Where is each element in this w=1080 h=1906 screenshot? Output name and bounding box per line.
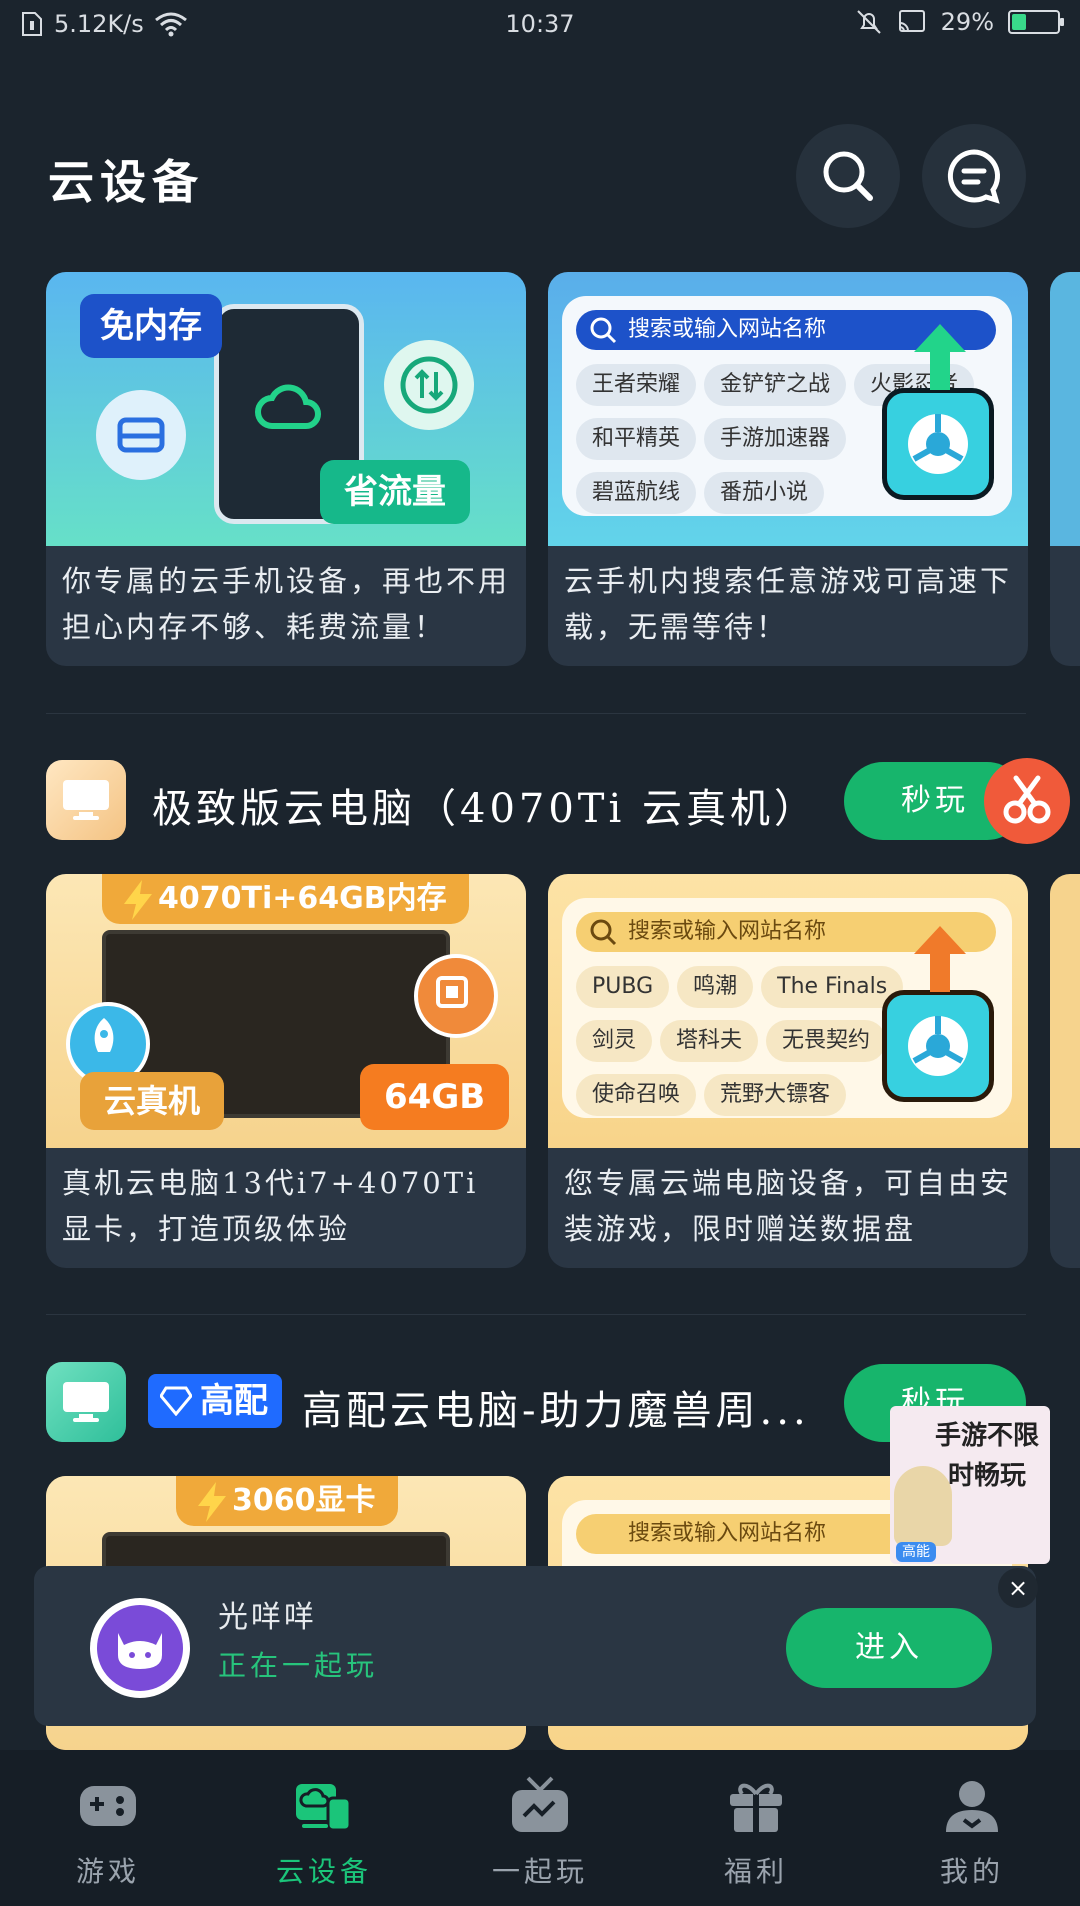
chip: 使命召唤 <box>576 1074 697 1116</box>
close-icon[interactable]: × <box>998 1568 1038 1608</box>
promo-card-peek[interactable] <box>1050 874 1080 1268</box>
search-icon <box>590 919 617 946</box>
pc-icon <box>46 760 126 840</box>
promo-card-cloud-phone[interactable]: 免内存 省流量 你专属的云手机设备，再也不用担心内存不够、耗费流量！ <box>46 272 526 666</box>
cloud-logo-icon <box>255 384 321 429</box>
status-bar: 5.12K/s 10:37 29% <box>0 0 1080 56</box>
tab-cloud-device[interactable]: 云设备 <box>216 1750 432 1906</box>
chip: 无畏契约 <box>766 1020 887 1062</box>
chip: The Finals <box>761 966 904 1008</box>
tab-label: 我的 <box>939 1855 1004 1888</box>
tab-mine[interactable]: 我的 <box>864 1750 1080 1906</box>
pc-icon <box>46 1362 126 1442</box>
enter-button[interactable]: 进入 <box>786 1608 992 1688</box>
now-playing-bar[interactable]: 光咩咩 正在一起玩 进入 × <box>34 1566 1038 1726</box>
browser-app-icon <box>882 388 994 500</box>
tab-benefits[interactable]: 福利 <box>648 1750 864 1906</box>
arrow-up-icon <box>914 324 966 390</box>
tab-label: 一起玩 <box>491 1855 588 1888</box>
promo-image <box>1050 272 1080 546</box>
user-icon <box>946 1781 998 1832</box>
high-spec-badge-label: 高配 <box>200 1381 268 1421</box>
promo-card-pc-search[interactable]: 搜索或输入网站名称 PUBG 鸣潮 The Finals 剑灵 塔科夫 无畏契约 使命召… <box>548 874 1028 1268</box>
avatar <box>90 1598 190 1698</box>
cast-icon <box>898 10 925 32</box>
promo-description: 真机云电脑13代i7+4070Ti显卡，打造顶级体验 <box>62 1166 479 1246</box>
section-header-ultimate: 极致版云电脑（4070Ti 云真机） 秒玩 <box>46 760 1046 840</box>
promo-description: 云手机内搜索任意游戏可高速下载，无需等待！ <box>564 564 1013 644</box>
browser-app-icon <box>882 990 994 1102</box>
cloud-device-icon <box>296 1784 352 1832</box>
lightning-icon <box>198 1482 226 1522</box>
transfer-icon <box>384 340 474 430</box>
section-title: 极致版云电脑（4070Ti 云真机） <box>152 786 818 832</box>
floating-ad-sub: 高能 <box>896 1542 936 1562</box>
tab-games[interactable]: 游戏 <box>0 1750 216 1906</box>
cat-face-icon <box>118 1633 162 1669</box>
divider <box>46 713 1026 714</box>
chip: 塔科夫 <box>660 1020 759 1062</box>
lightning-icon <box>124 880 152 920</box>
chip: 手游加速器 <box>704 418 847 460</box>
chip: 碧蓝航线 <box>576 472 697 514</box>
promo-card-search[interactable]: 搜索或输入网站名称 王者荣耀 金铲铲之战 火影忍者 和平精英 手游加速器 碧蓝航线 番茄… <box>548 272 1028 666</box>
message-icon <box>947 149 1000 204</box>
search-icon <box>823 151 873 201</box>
chip: 王者荣耀 <box>576 364 697 406</box>
chip: 剑灵 <box>576 1020 653 1062</box>
tv-icon <box>512 1776 568 1832</box>
spec-banner: 4070Ti+64GB内存 <box>102 874 469 924</box>
promo-image <box>1050 874 1080 1148</box>
battery-percent: 29% <box>940 8 994 36</box>
ultimate-cards-row: 4070Ti+64GB内存 云真机 64GB 真机云电脑13代i7+4070Ti… <box>46 874 1080 1268</box>
promo-card-peek[interactable] <box>1050 272 1080 666</box>
now-playing-name: 光咩咩 <box>218 1600 317 1635</box>
search-button[interactable] <box>796 124 900 228</box>
tab-label: 游戏 <box>75 1855 140 1888</box>
memory-chip-icon <box>414 954 498 1038</box>
mute-bell-icon <box>856 10 881 34</box>
high-spec-badge: 高配 <box>148 1374 282 1428</box>
promo-description: 你专属的云手机设备，再也不用担心内存不够、耗费流量！ <box>62 564 511 644</box>
page-title: 云设备 <box>48 155 204 209</box>
gamepad-icon <box>80 1786 136 1826</box>
tag-no-storage: 免内存 <box>80 294 222 358</box>
chip: 和平精英 <box>576 418 697 460</box>
top-cards-row: 免内存 省流量 你专属的云手机设备，再也不用担心内存不够、耗费流量！ 搜索或输入… <box>46 272 1080 666</box>
tag-64gb: 64GB <box>360 1064 510 1130</box>
character-icon <box>894 1466 952 1546</box>
bottom-tab-bar: 游戏 云设备 一起玩 福利 我的 <box>0 1750 1080 1906</box>
promo-card-4070ti[interactable]: 4070Ti+64GB内存 云真机 64GB 真机云电脑13代i7+4070Ti… <box>46 874 526 1268</box>
tag-save-data: 省流量 <box>320 460 470 524</box>
promo-image: 4070Ti+64GB内存 云真机 64GB <box>46 874 526 1148</box>
floating-ad[interactable]: 手游不限时畅玩 高能 <box>890 1406 1050 1564</box>
search-icon <box>590 317 617 344</box>
scissors-floating-button[interactable] <box>984 758 1070 844</box>
tab-label: 福利 <box>723 1855 788 1888</box>
chip: 金铲铲之战 <box>704 364 847 406</box>
promo-image: 免内存 省流量 <box>46 272 526 546</box>
chip: 荒野大镖客 <box>704 1074 847 1116</box>
header: 云设备 <box>0 110 1080 240</box>
message-button[interactable] <box>922 124 1026 228</box>
tab-play-together[interactable]: 一起玩 <box>432 1750 648 1906</box>
chip: PUBG <box>576 966 670 1008</box>
scissors-icon <box>1003 775 1051 824</box>
divider <box>46 1314 1026 1315</box>
section-title: 高配云电脑-助力魔兽周... <box>302 1388 810 1434</box>
promo-image: 搜索或输入网站名称 王者荣耀 金铲铲之战 火影忍者 和平精英 手游加速器 碧蓝航线 番茄… <box>548 272 1028 546</box>
promo-image: 搜索或输入网站名称 PUBG 鸣潮 The Finals 剑灵 塔科夫 无畏契约 使命召… <box>548 874 1028 1148</box>
battery-icon <box>1008 10 1064 34</box>
tag-cloud-real: 云真机 <box>80 1072 225 1130</box>
tab-label: 云设备 <box>275 1855 372 1888</box>
gift-icon <box>730 1783 782 1832</box>
promo-description: 您专属云端电脑设备，可自由安装游戏，限时赠送数据盘 <box>564 1166 1013 1246</box>
now-playing-status: 正在一起玩 <box>218 1649 379 1682</box>
disk-icon <box>96 390 186 480</box>
arrow-up-icon <box>914 926 966 992</box>
chip: 鸣潮 <box>677 966 754 1008</box>
chip: 番茄小说 <box>704 472 825 514</box>
diamond-icon <box>160 1386 192 1416</box>
